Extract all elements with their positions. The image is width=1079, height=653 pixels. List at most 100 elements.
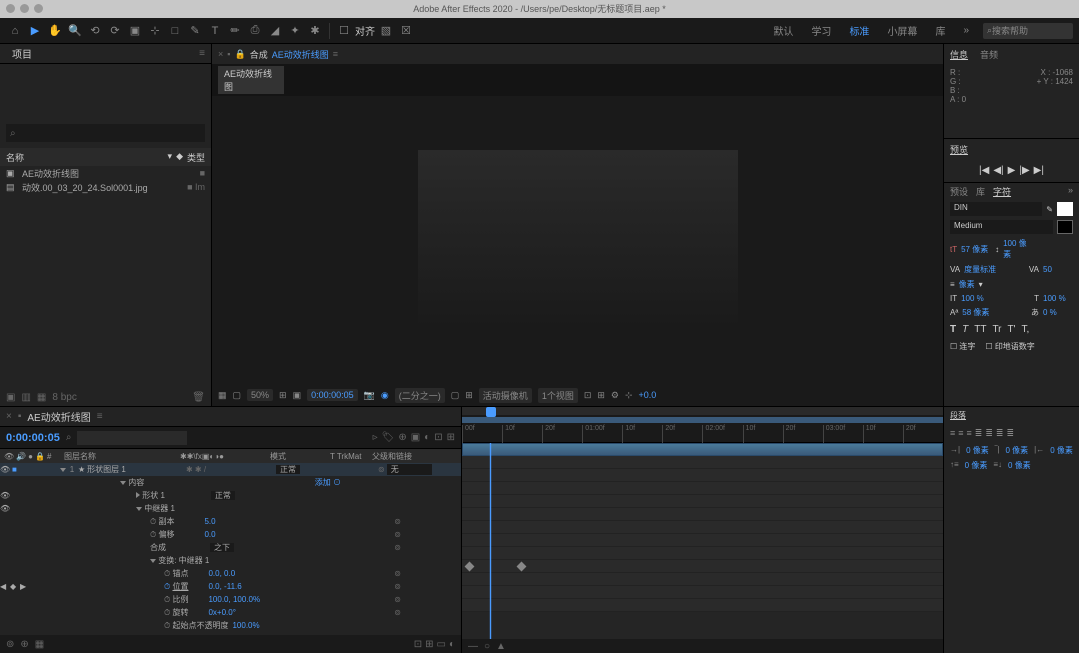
toggle-render-icon[interactable]: ◐	[449, 639, 455, 650]
indent-first-value[interactable]: 0 像素	[1006, 445, 1029, 456]
window-min-icon[interactable]	[20, 4, 29, 13]
trkmat-column[interactable]: T TrkMat	[330, 452, 372, 461]
baseline-value[interactable]: 58 像素	[962, 307, 992, 318]
toggle-in-out-icon[interactable]: ▭	[437, 639, 446, 650]
property-row[interactable]: 👁 中继器 1	[0, 502, 461, 515]
justify-center-icon[interactable]: ≣	[985, 428, 993, 439]
kerning-value[interactable]: 度量标准	[964, 264, 996, 275]
audio-column-icon[interactable]: 🔊	[16, 452, 26, 461]
space-after-value[interactable]: 0 像素	[1008, 460, 1031, 471]
zoom-tool[interactable]: 🔍	[66, 22, 84, 40]
align-center-icon[interactable]: ≡	[958, 428, 963, 439]
camera-tool[interactable]: ▣	[126, 22, 144, 40]
timeline-comp-tab[interactable]: AE动效折线图	[27, 409, 90, 424]
panel-more-icon[interactable]: »	[1068, 185, 1073, 198]
workspace-default[interactable]: 默认	[769, 23, 797, 38]
layer-name-column[interactable]: 图层名称	[60, 451, 180, 462]
grid2-icon[interactable]: ⊞	[465, 390, 473, 401]
blend-mode-dropdown[interactable]: 正常	[276, 465, 300, 474]
project-item[interactable]: ▤ 动效.00_03_20_24.Sol0001.jpg ■ Im	[0, 180, 211, 194]
timeline-layer-row[interactable]: 👁 ■ 1 ★ 形状图层 1 ✱ ✱ / 正常 ⊚ 无	[0, 463, 461, 476]
exposure-value[interactable]: +0.0	[639, 390, 657, 400]
property-row[interactable]: ⏱ 起始点不透明度 100.0%	[0, 619, 461, 632]
prev-frame-icon[interactable]: ◀|	[993, 165, 1003, 176]
stopwatch-icon[interactable]: ⏱	[164, 595, 170, 604]
last-frame-icon[interactable]: ▶|	[1034, 165, 1044, 176]
interpret-icon[interactable]: ▣	[6, 392, 15, 403]
property-row[interactable]: ⏱ 偏移 0.0 ⊚	[0, 528, 461, 541]
views-dropdown[interactable]: 1个视图	[538, 388, 578, 403]
workspace-library[interactable]: 库	[931, 23, 949, 38]
project-item[interactable]: ▣ AE动效折线图 ■	[0, 166, 211, 180]
first-frame-icon[interactable]: |◀	[979, 165, 989, 176]
rotate-tool[interactable]: ⟳	[106, 22, 124, 40]
timeline-tracks[interactable]: 00f 10f 20f 01:00f 10f 20f 02:00f 10f 20…	[462, 407, 943, 653]
font-family-dropdown[interactable]: DIN	[950, 202, 1042, 216]
mask-icon[interactable]: ▢	[233, 390, 242, 401]
play-icon[interactable]: ▶	[1008, 165, 1016, 176]
start-opacity-value[interactable]: 100.0%	[232, 621, 259, 630]
layer-visibility-toggle[interactable]: 👁	[0, 465, 10, 474]
fill-color-swatch[interactable]	[1057, 202, 1073, 216]
smallcaps-button[interactable]: Tr	[992, 324, 1001, 335]
font-size-value[interactable]: 57 像素	[961, 244, 991, 255]
project-col-name[interactable]: 名称	[6, 151, 168, 164]
tl-footer-icon1[interactable]: ⊚	[6, 639, 14, 650]
stopwatch-active-icon[interactable]: ⏱	[164, 582, 170, 591]
fill-icon[interactable]: ▧	[377, 22, 395, 40]
tl-icon-3[interactable]: ⊕	[398, 432, 406, 443]
copies-value[interactable]: 5.0	[204, 517, 215, 526]
character-tab[interactable]: 字符	[993, 185, 1011, 198]
add-shape-button[interactable]: 添加 ⊙	[315, 477, 341, 488]
solo-column-icon[interactable]: ●	[28, 452, 33, 461]
tracking-value[interactable]: 50	[1043, 265, 1073, 274]
property-row[interactable]: 内容 添加 ⊙	[0, 476, 461, 489]
rotation-value[interactable]: 0x+0.0°	[208, 608, 235, 617]
tl-icon-6[interactable]: ⊡	[434, 432, 442, 443]
property-row[interactable]: 变换: 中继器 1	[0, 554, 461, 567]
space-before-value[interactable]: 0 像素	[965, 460, 988, 471]
composition-tab[interactable]: 合成 AE动效折线图 ≡	[250, 48, 338, 61]
zoom-slider[interactable]: ○	[484, 641, 490, 652]
tsume-value[interactable]: 0 %	[1043, 308, 1073, 317]
channel-icon[interactable]: ◉	[381, 390, 389, 401]
current-timecode[interactable]: 0:00:00:05	[6, 432, 60, 444]
stroke-unit[interactable]: 像素	[959, 279, 975, 290]
stroke-color-swatch[interactable]	[1057, 220, 1073, 234]
resolution-dropdown[interactable]: (二分之一)	[395, 388, 445, 403]
italic-button[interactable]: T	[962, 324, 968, 335]
zoom-dropdown[interactable]: 50%	[247, 389, 273, 401]
camera-dropdown[interactable]: 活动摄像机	[479, 388, 532, 403]
zoom-out-icon[interactable]: —	[468, 641, 478, 652]
view-icon2[interactable]: ⊞	[597, 390, 605, 401]
library-tab[interactable]: 库	[976, 185, 985, 198]
transparency-icon[interactable]: ▣	[293, 390, 302, 401]
tl-icon-7[interactable]: ⊞	[447, 432, 455, 443]
window-close-icon[interactable]	[6, 4, 15, 13]
vscale-value[interactable]: 100 %	[961, 294, 991, 303]
region-icon[interactable]: ▢	[451, 390, 460, 401]
presets-tab[interactable]: 预设	[950, 185, 968, 198]
bold-button[interactable]: T	[950, 324, 956, 335]
project-col-type[interactable]: 类型	[187, 151, 205, 164]
justify-all-icon[interactable]: ≣	[1006, 428, 1014, 439]
snapshot-icon[interactable]: 📷	[364, 390, 375, 401]
property-row[interactable]: ⏱ 旋转 0x+0.0° ⊚	[0, 606, 461, 619]
switch-icon[interactable]: ✱✱\fx▣◐◑●	[180, 452, 224, 461]
keyframe-icon[interactable]	[465, 562, 475, 572]
tl-icon-2[interactable]: 🏷	[382, 432, 395, 443]
workspace-standard[interactable]: 标准	[845, 23, 873, 38]
playhead-handle[interactable]	[486, 407, 496, 417]
ligatures-checkbox[interactable]: ☐ 连字	[950, 341, 975, 352]
hand-tool[interactable]: ✋	[46, 22, 64, 40]
parent-dropdown[interactable]: 无	[387, 464, 432, 475]
keyframe-icon[interactable]	[517, 562, 527, 572]
property-row[interactable]: ⏱ 副本 5.0 ⊚	[0, 515, 461, 528]
project-search-input[interactable]: ⌕	[6, 124, 205, 142]
leading-value[interactable]: 100 像素	[1003, 238, 1033, 260]
bpc-toggle[interactable]: 8 bpc	[52, 392, 76, 403]
view-icon4[interactable]: ⊹	[625, 390, 633, 401]
offset-value[interactable]: 0.0	[204, 530, 215, 539]
roto-tool[interactable]: ✦	[286, 22, 304, 40]
link-icon[interactable]: ⊚	[394, 517, 401, 526]
